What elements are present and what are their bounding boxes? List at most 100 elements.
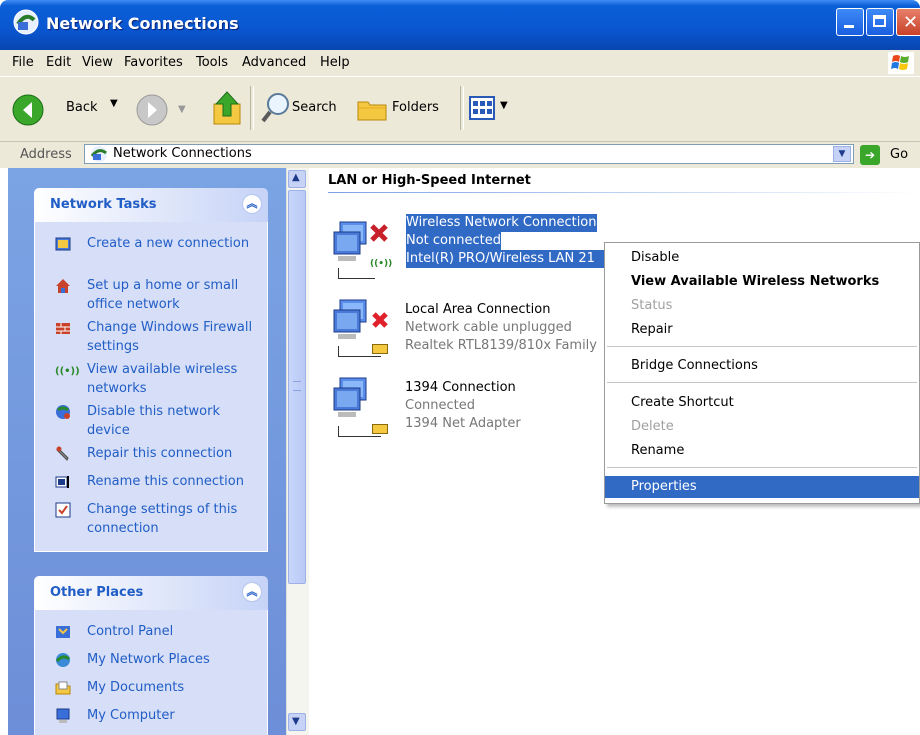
views-button[interactable]: ▼ [468, 94, 512, 122]
settings-check-icon [55, 502, 71, 518]
search-icon [261, 93, 289, 123]
place-control-panel[interactable]: Control Panel [55, 622, 255, 644]
connection-name: Local Area Connection [405, 302, 551, 317]
forward-arrow-icon [136, 94, 168, 126]
other-places-header[interactable]: Other Places ︽ [34, 576, 268, 610]
collapse-icon[interactable]: ︽ [242, 582, 262, 602]
chevron-down-icon: ▼ [178, 104, 186, 115]
folders-button[interactable]: Folders [356, 90, 452, 126]
go-label: Go [890, 147, 909, 162]
chevron-down-icon: ▼ [292, 716, 300, 727]
search-button[interactable]: Search [258, 90, 352, 126]
menu-tools[interactable]: Tools [196, 55, 228, 70]
menu-item-create-shortcut[interactable]: Create Shortcut [605, 392, 919, 414]
scroll-down-button[interactable]: ▼ [288, 713, 306, 731]
menu-item-status: Status [631, 298, 673, 313]
window-title: Network Connections [46, 14, 239, 33]
task-repair-connection[interactable]: Repair this connection [55, 444, 255, 466]
back-arrow-icon [12, 94, 44, 126]
other-places-title: Other Places [50, 585, 144, 600]
menu-item-disable[interactable]: Disable [605, 247, 919, 269]
connection-device: Realtek RTL8139/810x Family [405, 338, 597, 353]
chevron-up-icon: ▲ [292, 172, 300, 183]
menu-help[interactable]: Help [320, 55, 350, 70]
task-view-wireless[interactable]: ((•)) View available wireless networks [55, 360, 255, 400]
back-button[interactable]: Back ▼ [4, 84, 132, 134]
wireless-icon: ((•)) [55, 366, 80, 377]
home-network-icon [56, 279, 70, 293]
connection-device: Intel(R) PRO/Wireless LAN 21 [406, 250, 604, 268]
menu-item-repair[interactable]: Repair [605, 319, 919, 341]
address-value: Network Connections [113, 146, 252, 161]
group-title: LAN or High-Speed Internet [328, 173, 531, 188]
place-my-documents[interactable]: My Documents [55, 678, 255, 700]
repair-wrench-icon [56, 446, 69, 461]
menu-item-bridge[interactable]: Bridge Connections [605, 355, 919, 377]
go-arrow-icon: ➔ [860, 145, 880, 165]
network-places-icon [55, 653, 70, 667]
toolbar-separator [250, 86, 254, 130]
close-button[interactable]: ✕ [896, 8, 920, 36]
context-menu: Disable View Available Wireless Networks… [604, 242, 920, 504]
menu-separator [607, 467, 917, 468]
connection-1394[interactable]: 1394 Connection Connected 1394 Net Adapt… [328, 372, 618, 438]
connection-name: 1394 Connection [405, 380, 516, 395]
search-label: Search [292, 100, 337, 115]
task-rename-connection[interactable]: Rename this connection [55, 472, 255, 494]
connection-name: Wireless Network Connection [406, 214, 597, 232]
new-connection-icon [55, 237, 71, 251]
maximize-button[interactable] [866, 8, 894, 36]
task-home-network[interactable]: Set up a home or small office network [55, 276, 255, 316]
task-disable-device[interactable]: Disable this network device [55, 402, 255, 442]
task-change-settings[interactable]: Change settings of this connection [55, 500, 255, 540]
address-dropdown-button[interactable]: ▼ [833, 146, 851, 162]
chevron-down-icon: ▼ [110, 98, 118, 109]
back-label: Back [66, 100, 98, 115]
grip-icon [293, 381, 301, 391]
group-divider [328, 192, 920, 193]
network-jack-icon [372, 344, 388, 354]
menu-edit[interactable]: Edit [46, 55, 71, 70]
network-tasks-header[interactable]: Network Tasks ︽ [34, 188, 268, 222]
toolbar-separator [460, 86, 464, 130]
rename-icon [55, 476, 69, 488]
task-firewall[interactable]: Change Windows Firewall settings [55, 318, 255, 358]
minimize-button[interactable] [836, 8, 864, 36]
menu-item-view-wireless[interactable]: View Available Wireless Networks [605, 271, 919, 293]
up-folder-icon[interactable] [210, 90, 244, 126]
folders-label: Folders [392, 100, 439, 115]
other-places-panel: Control Panel My Network Places My Docum… [34, 610, 268, 735]
menu-separator [607, 346, 917, 347]
folders-icon [357, 101, 387, 121]
cable-line [338, 268, 375, 279]
disable-device-icon [56, 405, 70, 419]
views-icon [469, 96, 495, 120]
network-connections-icon [13, 9, 39, 35]
collapse-icon[interactable]: ︽ [242, 194, 262, 214]
forward-button[interactable]: ▼ [136, 94, 206, 126]
connection-wireless[interactable]: ((•)) Wireless Network Connection Not co… [328, 212, 628, 279]
connection-status: Not connected [406, 232, 501, 250]
my-documents-icon [55, 681, 71, 695]
scroll-up-button[interactable]: ▲ [288, 170, 306, 188]
menu-favorites[interactable]: Favorites [124, 55, 183, 70]
chevron-down-icon: ▼ [500, 100, 508, 111]
wireless-signal-icon: ((•)) [370, 259, 393, 269]
connection-local-area[interactable]: Local Area Connection Network cable unpl… [328, 292, 618, 358]
menu-file[interactable]: File [12, 55, 34, 70]
menu-item-properties[interactable]: Properties [605, 476, 919, 498]
place-my-network-places[interactable]: My Network Places [55, 650, 255, 672]
task-create-connection[interactable]: Create a new connection [55, 234, 255, 274]
go-button[interactable]: ➔ Go [858, 144, 918, 166]
menu-item-delete: Delete [631, 419, 674, 434]
scroll-thumb[interactable] [288, 190, 306, 584]
menu-advanced[interactable]: Advanced [242, 55, 306, 70]
place-my-computer[interactable]: My Computer [55, 706, 255, 728]
menu-item-rename[interactable]: Rename [605, 440, 919, 462]
connection-status: Network cable unplugged [405, 320, 572, 335]
address-input[interactable]: Network Connections ▼ [84, 144, 854, 164]
connection-device: 1394 Net Adapter [405, 416, 521, 431]
menu-view[interactable]: View [82, 55, 113, 70]
windows-logo-icon [888, 52, 914, 74]
network-connections-icon [90, 146, 107, 162]
